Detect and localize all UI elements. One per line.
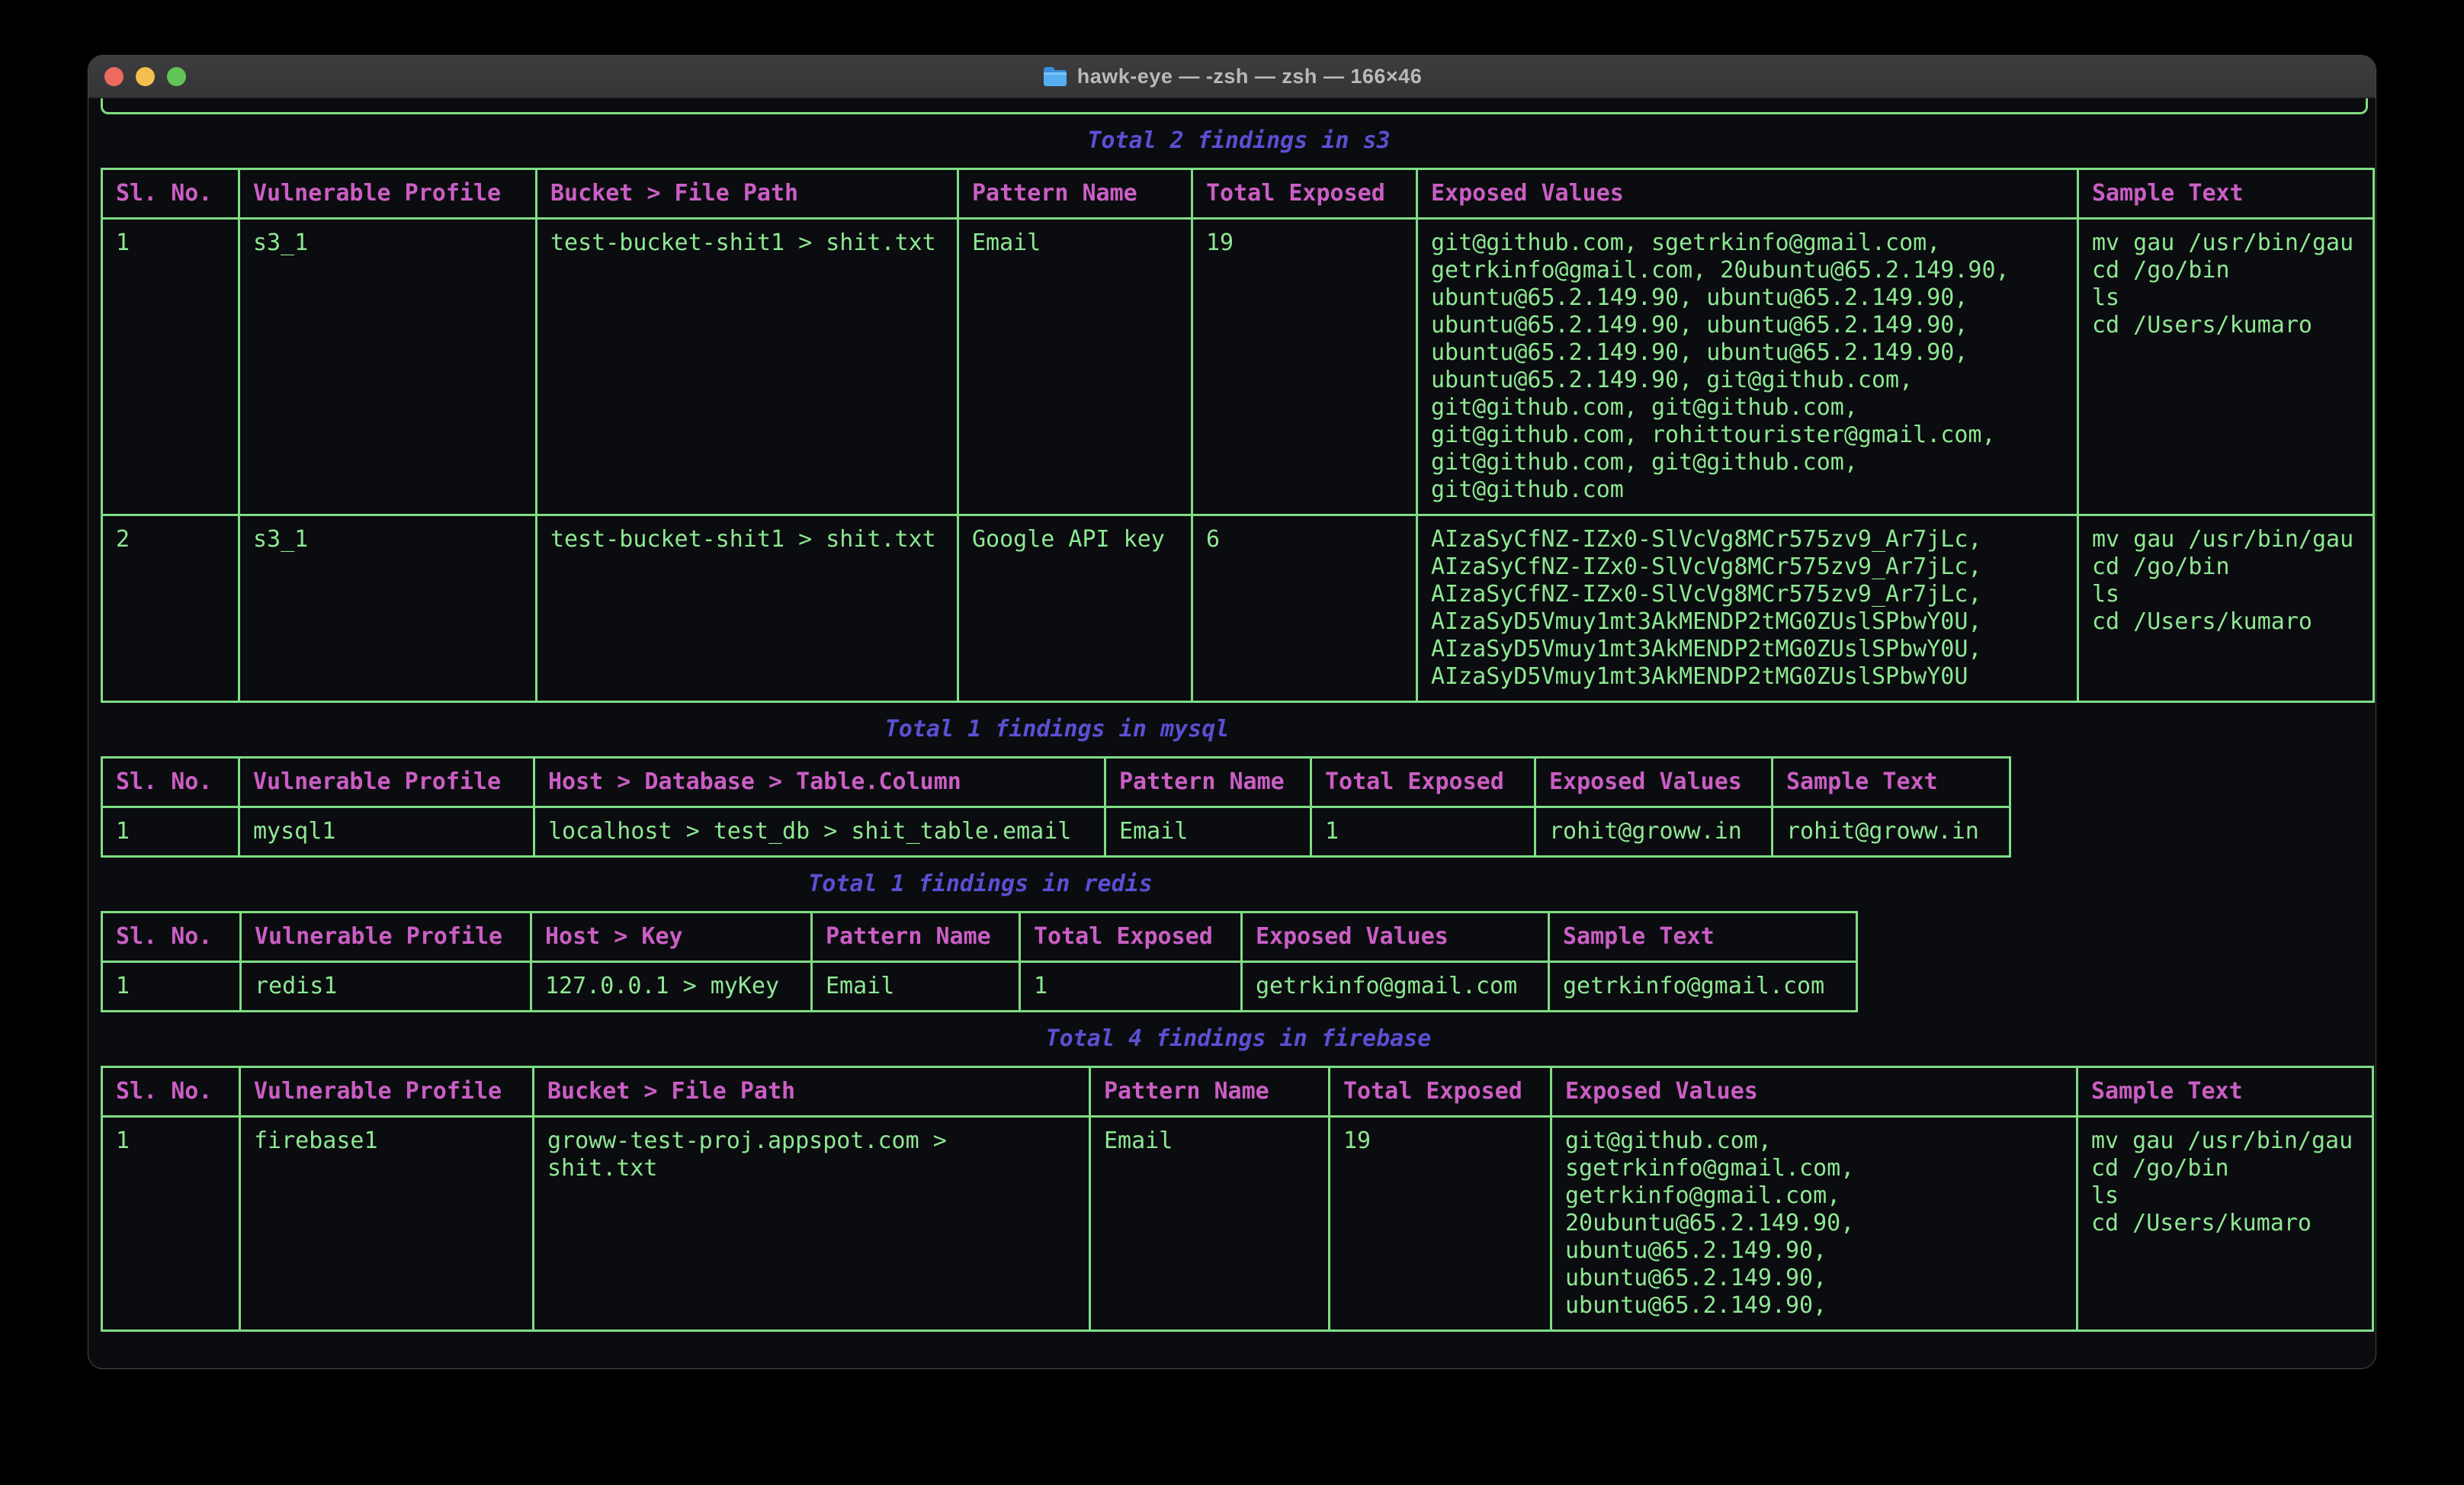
cell-sl-no: 1 — [102, 1117, 240, 1331]
cell-total: 1 — [1020, 962, 1242, 1012]
col-header-pattern-name: Pattern Name — [1105, 758, 1311, 807]
findings-table-mysql: Sl. No. Vulnerable Profile Host > Databa… — [101, 756, 2011, 858]
cell-profile: firebase1 — [240, 1117, 534, 1331]
col-header-sample-text: Sample Text — [1773, 758, 2010, 807]
col-header-sl-no: Sl. No. — [102, 912, 241, 962]
terminal-content[interactable]: Total 2 findings in s3 Sl. No. Vulnerabl… — [88, 98, 2376, 1369]
col-header-vulnerable-profile: Vulnerable Profile — [240, 1067, 534, 1117]
col-header-total-exposed: Total Exposed — [1330, 1067, 1551, 1117]
cell-exposed-values: rohit@groww.in — [1535, 807, 1773, 857]
col-header-sl-no: Sl. No. — [102, 1067, 240, 1117]
col-header-total-exposed: Total Exposed — [1020, 912, 1242, 962]
section-firebase: Total 4 findings in firebase Sl. No. Vul… — [101, 1025, 2376, 1332]
section-redis: Total 1 findings in redis Sl. No. Vulner… — [101, 871, 1860, 1012]
col-header-sl-no: Sl. No. — [102, 758, 239, 807]
cell-host: 127.0.0.1 > myKey — [531, 962, 812, 1012]
col-header-exposed-values: Exposed Values — [1535, 758, 1773, 807]
cell-total: 19 — [1192, 219, 1417, 515]
section-mysql: Total 1 findings in mysql Sl. No. Vulner… — [101, 716, 2013, 858]
findings-table-redis: Sl. No. Vulnerable Profile Host > Key Pa… — [101, 911, 1858, 1012]
cell-sl-no: 1 — [102, 219, 239, 515]
col-header-sample-text: Sample Text — [1549, 912, 1857, 962]
cell-pattern: Email — [1105, 807, 1311, 857]
cell-total: 6 — [1192, 515, 1417, 702]
folder-icon — [1042, 66, 1068, 88]
cell-profile: mysql1 — [239, 807, 534, 857]
col-header-bucket-file-path: Bucket > File Path — [537, 169, 958, 219]
findings-table-s3: Sl. No. Vulnerable Profile Bucket > File… — [101, 168, 2375, 703]
section-s3: Total 2 findings in s3 Sl. No. Vulnerabl… — [101, 127, 2376, 703]
table-header-row: Sl. No. Vulnerable Profile Bucket > File… — [102, 169, 2374, 219]
window-title-text: hawk-eye — -zsh — zsh — 166×46 — [1077, 65, 1422, 88]
cell-profile: s3_1 — [239, 219, 537, 515]
section-caption-mysql: Total 1 findings in mysql — [101, 716, 2013, 743]
col-header-host-key: Host > Key — [531, 912, 812, 962]
section-caption-redis: Total 1 findings in redis — [101, 871, 1860, 898]
cell-path: test-bucket-shit1 > shit.txt — [537, 219, 958, 515]
cell-total: 1 — [1311, 807, 1535, 857]
cell-sample-text: getrkinfo@gmail.com — [1549, 962, 1857, 1012]
col-header-sl-no: Sl. No. — [102, 169, 239, 219]
col-header-pattern-name: Pattern Name — [812, 912, 1020, 962]
cell-exposed-values: getrkinfo@gmail.com — [1242, 962, 1549, 1012]
findings-table-firebase: Sl. No. Vulnerable Profile Bucket > File… — [101, 1066, 2374, 1332]
cell-sample-text: rohit@groww.in — [1773, 807, 2010, 857]
cell-sample-text: mv gau /usr/bin/gau cd /go/bin ls cd /Us… — [2078, 219, 2374, 515]
cell-sl-no: 1 — [102, 962, 241, 1012]
cell-path: test-bucket-shit1 > shit.txt — [537, 515, 958, 702]
cell-exposed-values: git@github.com, sgetrkinfo@gmail.com, ge… — [1551, 1117, 2077, 1331]
titlebar[interactable]: hawk-eye — -zsh — zsh — 166×46 — [88, 56, 2376, 98]
table-row: 1 s3_1 test-bucket-shit1 > shit.txt Emai… — [102, 219, 2374, 515]
table-header-row: Sl. No. Vulnerable Profile Host > Key Pa… — [102, 912, 1857, 962]
table-row: 2 s3_1 test-bucket-shit1 > shit.txt Goog… — [102, 515, 2374, 702]
col-header-vulnerable-profile: Vulnerable Profile — [239, 169, 537, 219]
section-caption-firebase: Total 4 findings in firebase — [101, 1025, 2376, 1053]
cell-sl-no: 1 — [102, 807, 239, 857]
col-header-pattern-name: Pattern Name — [1090, 1067, 1330, 1117]
col-header-bucket-file-path: Bucket > File Path — [534, 1067, 1090, 1117]
cell-pattern: Email — [1090, 1117, 1330, 1331]
cell-pattern: Email — [812, 962, 1020, 1012]
col-header-sample-text: Sample Text — [2077, 1067, 2373, 1117]
col-header-vulnerable-profile: Vulnerable Profile — [241, 912, 531, 962]
cell-profile: redis1 — [241, 962, 531, 1012]
cell-path: groww-test-proj.appspot.com > shit.txt — [534, 1117, 1090, 1331]
col-header-exposed-values: Exposed Values — [1551, 1067, 2077, 1117]
cell-total: 19 — [1330, 1117, 1551, 1331]
col-header-exposed-values: Exposed Values — [1242, 912, 1549, 962]
cell-sample-text: mv gau /usr/bin/gau cd /go/bin ls cd /Us… — [2078, 515, 2374, 702]
table-header-row: Sl. No. Vulnerable Profile Bucket > File… — [102, 1067, 2373, 1117]
col-header-pattern-name: Pattern Name — [958, 169, 1192, 219]
col-header-host-database-column: Host > Database > Table.Column — [534, 758, 1105, 807]
cell-exposed-values: AIzaSyCfNZ-IZx0-SlVcVg8MCr575zv9_Ar7jLc,… — [1417, 515, 2078, 702]
window-title: hawk-eye — -zsh — zsh — 166×46 — [88, 56, 2376, 98]
terminal-window: hawk-eye — -zsh — zsh — 166×46 Total 2 f… — [88, 55, 2376, 1369]
table-row: 1 mysql1 localhost > test_db > shit_tabl… — [102, 807, 2010, 857]
cell-pattern: Email — [958, 219, 1192, 515]
col-header-sample-text: Sample Text — [2078, 169, 2374, 219]
table-row: 1 firebase1 groww-test-proj.appspot.com … — [102, 1117, 2373, 1331]
cell-host: localhost > test_db > shit_table.email — [534, 807, 1105, 857]
cell-sample-text: mv gau /usr/bin/gau cd /go/bin ls cd /Us… — [2077, 1117, 2373, 1331]
section-caption-s3: Total 2 findings in s3 — [101, 127, 2376, 155]
col-header-total-exposed: Total Exposed — [1311, 758, 1535, 807]
clipped-table-border — [101, 98, 2368, 114]
cell-exposed-values: git@github.com, sgetrkinfo@gmail.com, ge… — [1417, 219, 2078, 515]
table-header-row: Sl. No. Vulnerable Profile Host > Databa… — [102, 758, 2010, 807]
cell-pattern: Google API key — [958, 515, 1192, 702]
col-header-vulnerable-profile: Vulnerable Profile — [239, 758, 534, 807]
table-row: 1 redis1 127.0.0.1 > myKey Email 1 getrk… — [102, 962, 1857, 1012]
col-header-total-exposed: Total Exposed — [1192, 169, 1417, 219]
cell-profile: s3_1 — [239, 515, 537, 702]
col-header-exposed-values: Exposed Values — [1417, 169, 2078, 219]
cell-sl-no: 2 — [102, 515, 239, 702]
